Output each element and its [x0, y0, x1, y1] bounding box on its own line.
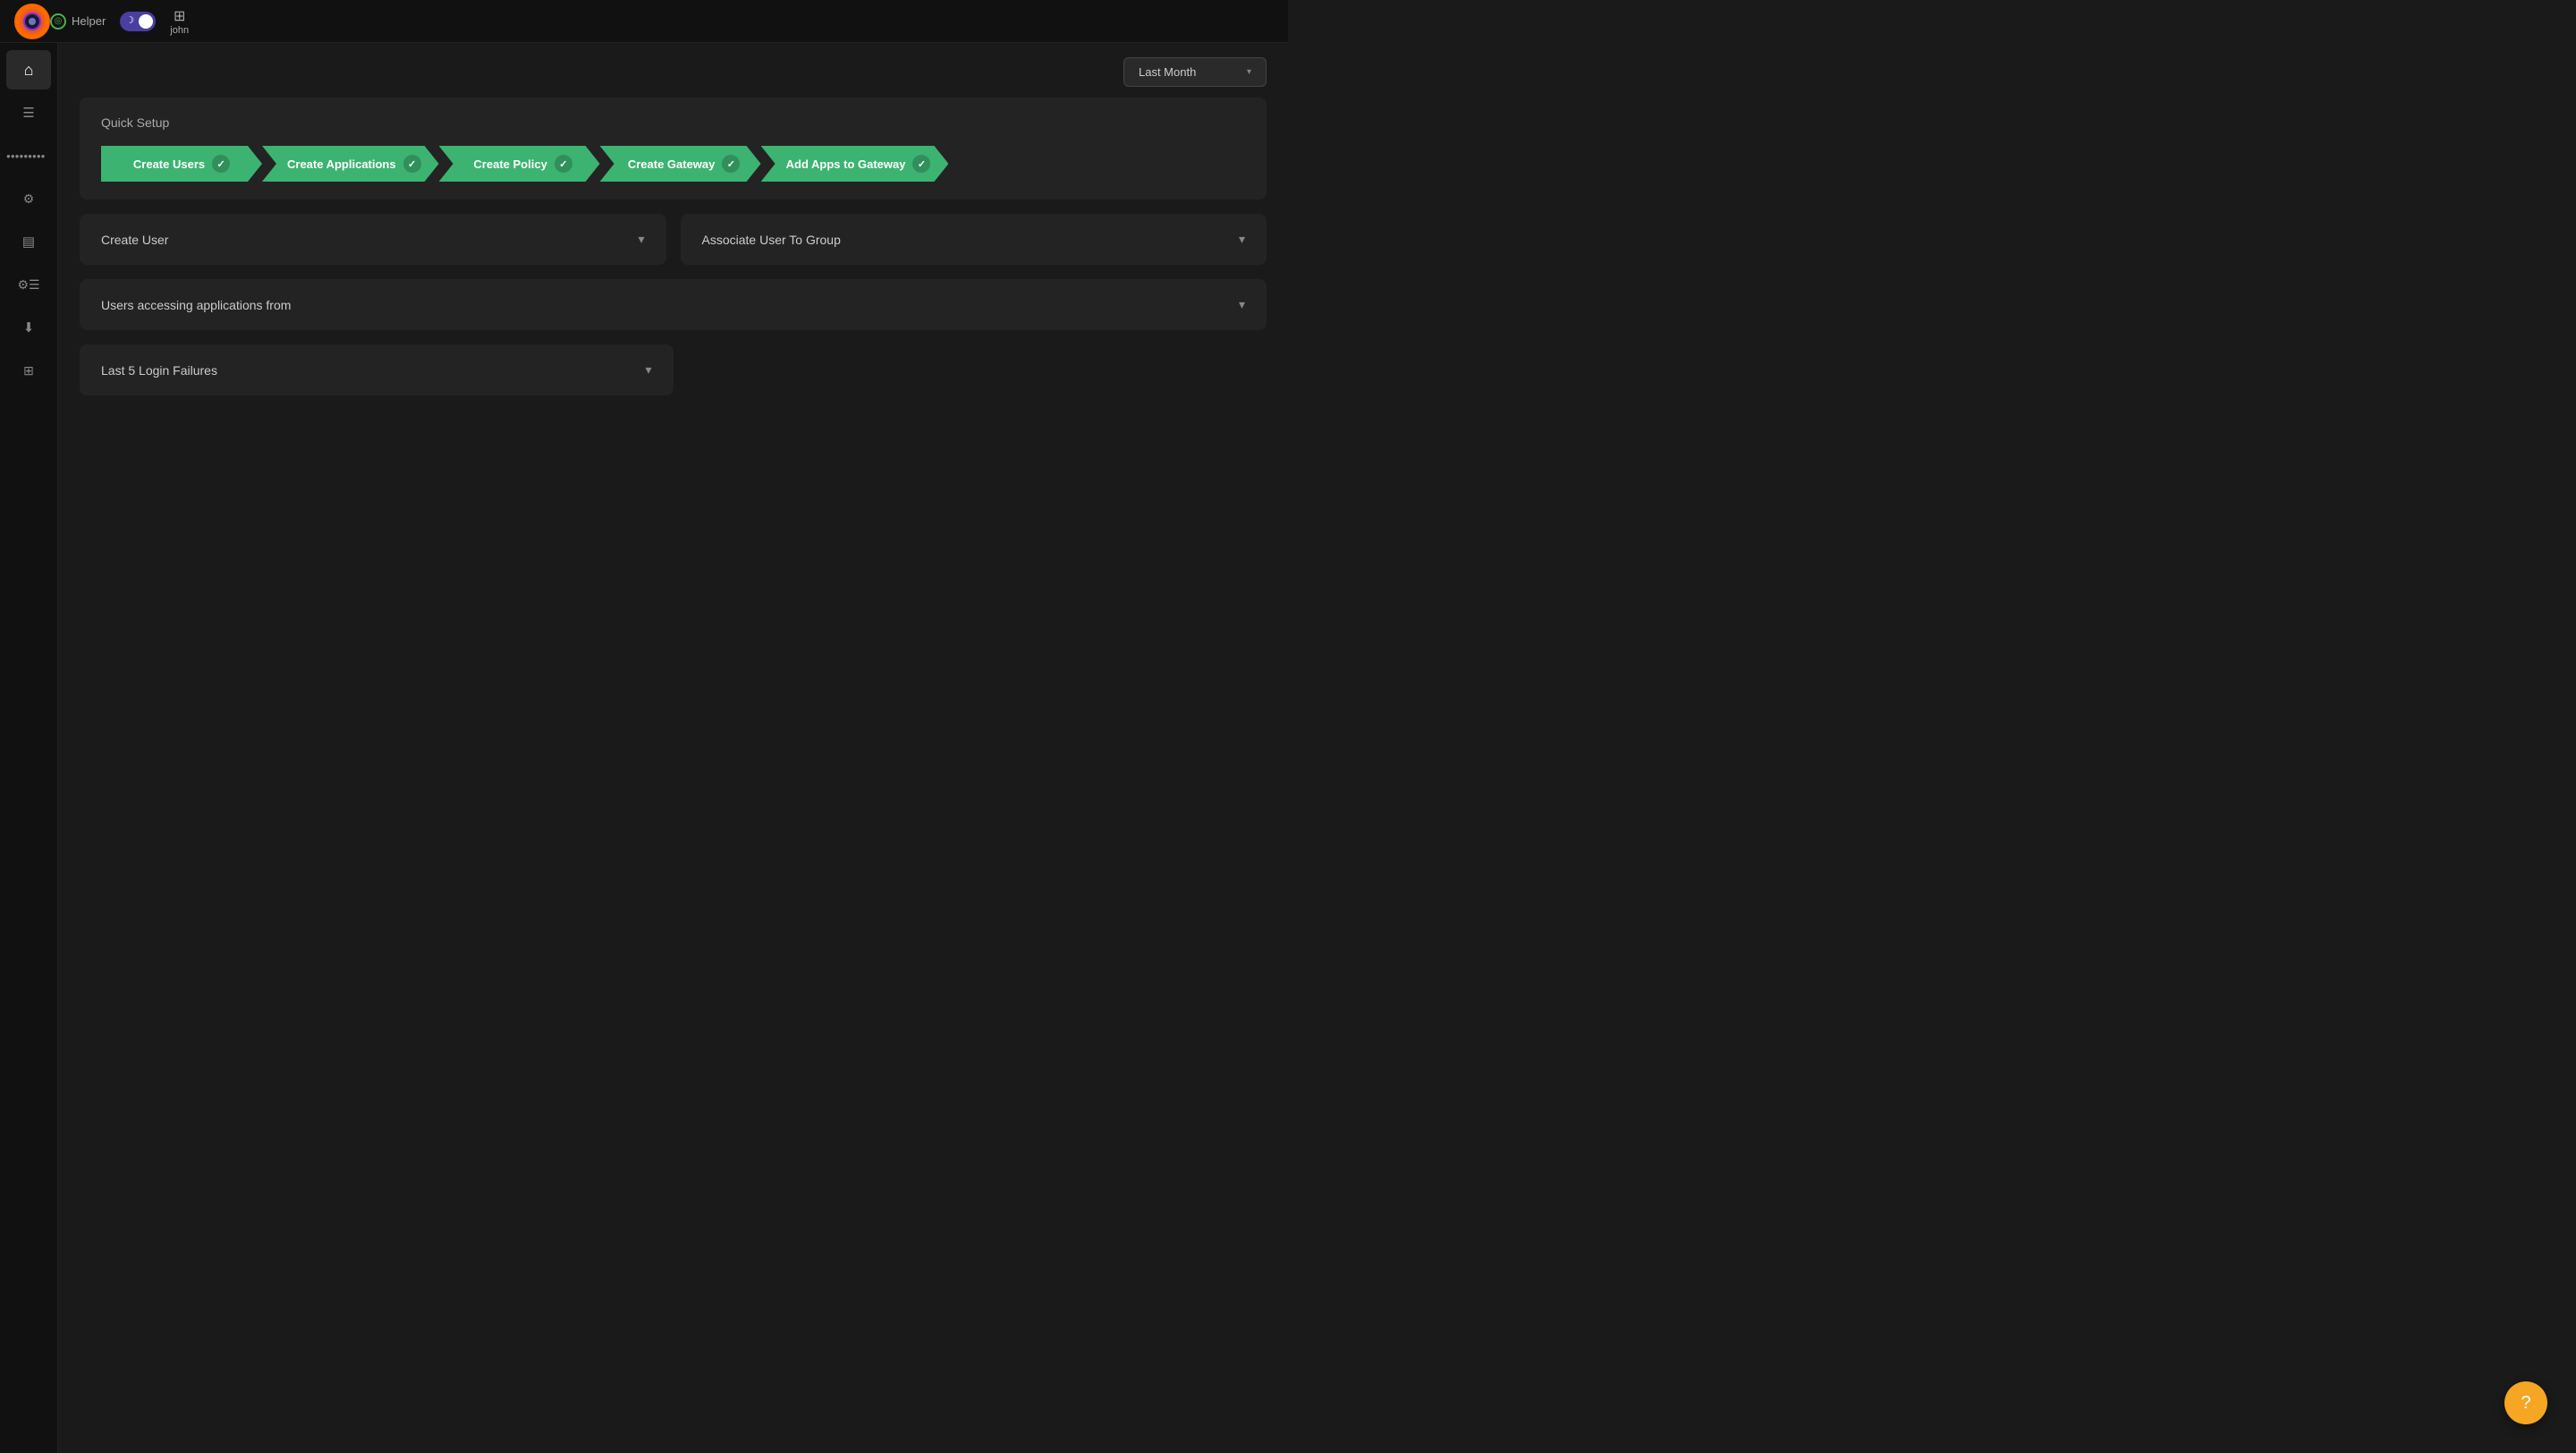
associate-user-title: Associate User To Group	[702, 233, 841, 247]
step-create-users-label: Create Users	[133, 157, 205, 171]
users-accessing-title: Users accessing applications from	[101, 298, 291, 312]
create-user-panel: Create User ▾	[80, 214, 666, 265]
logs-icon: ▤	[22, 234, 35, 250]
quick-setup-title: Quick Setup	[101, 115, 1245, 130]
settings-icon: ⚙☰	[17, 277, 39, 293]
logo-inner	[23, 13, 41, 30]
main-content: Last Month ▾ Quick Setup Create Users ✓ …	[58, 43, 1288, 1453]
sidebar-item-home[interactable]: ⌂	[6, 50, 51, 89]
check-icon-4: ✓	[727, 158, 735, 170]
time-filter-dropdown[interactable]: Last Month ▾	[1123, 57, 1267, 87]
sidebar-item-identity[interactable]: ⚙	[6, 179, 51, 218]
home-icon: ⌂	[24, 61, 34, 80]
associate-user-chevron: ▾	[1239, 232, 1245, 247]
dark-mode-toggle[interactable]: ☽	[120, 12, 156, 31]
step-create-policy-label: Create Policy	[473, 157, 547, 171]
logo[interactable]	[14, 4, 50, 39]
step-add-apps-check: ✓	[912, 155, 930, 173]
check-icon-2: ✓	[408, 158, 416, 170]
sidebar-item-addapp[interactable]: ⊞	[6, 351, 51, 390]
login-failures-title: Last 5 Login Failures	[101, 363, 217, 378]
step-create-gateway-check: ✓	[722, 155, 740, 173]
step-create-users-check: ✓	[212, 155, 230, 173]
create-user-header[interactable]: Create User ▾	[101, 232, 645, 247]
help-fab-button[interactable]: ?	[2504, 1381, 2547, 1424]
moon-icon: ☽	[125, 14, 134, 26]
step-create-applications[interactable]: Create Applications ✓	[262, 146, 439, 182]
login-failures-header[interactable]: Last 5 Login Failures ▾	[101, 362, 652, 378]
chevron-down-icon: ▾	[1247, 67, 1251, 77]
users-accessing-header[interactable]: Users accessing applications from ▾	[101, 297, 1245, 312]
step-create-policy[interactable]: Create Policy ✓	[439, 146, 600, 182]
helper-label: Helper	[72, 14, 106, 28]
time-filter-bar: Last Month ▾	[80, 57, 1267, 87]
sidebar-item-settings[interactable]: ⚙☰	[6, 265, 51, 304]
help-icon: ?	[2521, 1393, 2530, 1414]
logo-dot	[29, 18, 36, 25]
step-create-policy-check: ✓	[555, 155, 572, 173]
apps-icon: ●●●●●●●●●	[6, 152, 51, 160]
login-failures-panel: Last 5 Login Failures ▾	[80, 344, 674, 395]
sidebar-item-users[interactable]: ☰	[6, 93, 51, 132]
helper-button[interactable]: ◎ Helper	[50, 13, 106, 30]
step-create-gateway-label: Create Gateway	[628, 157, 716, 171]
users-accessing-chevron: ▾	[1239, 297, 1245, 312]
user-area[interactable]: ⊞ john	[170, 7, 189, 36]
step-add-apps-to-gateway[interactable]: Add Apps to Gateway ✓	[761, 146, 949, 182]
step-create-applications-check: ✓	[403, 155, 421, 173]
check-icon-5: ✓	[918, 158, 926, 170]
sidebar: ⌂ ☰ ●●●●●●●●● ⚙ ▤ ⚙☰ ⬇ ⊞	[0, 43, 58, 1453]
associate-user-panel: Associate User To Group ▾	[681, 214, 1267, 265]
create-user-chevron: ▾	[638, 232, 644, 247]
step-create-gateway[interactable]: Create Gateway ✓	[600, 146, 761, 182]
users-accessing-panel: Users accessing applications from ▾	[80, 279, 1267, 330]
two-col-panels: Create User ▾ Associate User To Group ▾	[80, 214, 1267, 265]
associate-user-header[interactable]: Associate User To Group ▾	[702, 232, 1246, 247]
step-create-applications-label: Create Applications	[287, 157, 396, 171]
addapp-icon: ⊞	[23, 363, 34, 378]
user-label: john	[170, 25, 189, 36]
layout: ⌂ ☰ ●●●●●●●●● ⚙ ▤ ⚙☰ ⬇ ⊞ Last M	[0, 43, 1288, 1453]
sidebar-item-logs[interactable]: ▤	[6, 222, 51, 261]
users-icon: ☰	[22, 105, 34, 121]
grid-icon: ⊞	[174, 7, 185, 25]
topbar-right: ◎ Helper ☽ ⊞ john	[50, 7, 189, 36]
helper-icon: ◎	[50, 13, 66, 30]
step-create-users[interactable]: Create Users ✓	[101, 146, 262, 182]
step-add-apps-label: Add Apps to Gateway	[786, 157, 906, 171]
sidebar-item-download[interactable]: ⬇	[6, 308, 51, 347]
time-filter-label: Last Month	[1139, 65, 1196, 79]
login-failures-chevron: ▾	[645, 362, 651, 378]
quick-setup-card: Quick Setup Create Users ✓ Create Applic…	[80, 98, 1267, 200]
create-user-title: Create User	[101, 233, 168, 247]
download-icon: ⬇	[23, 319, 35, 336]
sidebar-item-apps[interactable]: ●●●●●●●●●	[6, 136, 51, 175]
check-icon-1: ✓	[217, 158, 225, 170]
check-icon-3: ✓	[559, 158, 567, 170]
topbar: ◎ Helper ☽ ⊞ john	[0, 0, 1288, 43]
identity-icon: ⚙	[23, 191, 35, 207]
steps-container: Create Users ✓ Create Applications ✓ Cre…	[101, 146, 1245, 182]
